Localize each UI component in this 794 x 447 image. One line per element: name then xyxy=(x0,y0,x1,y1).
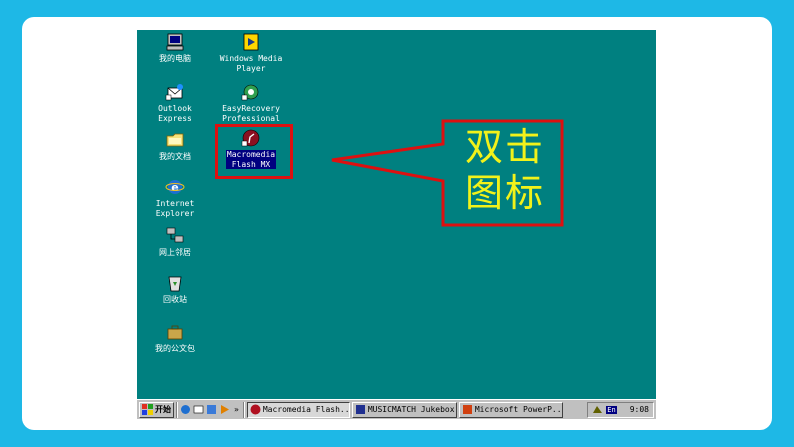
svg-text:e: e xyxy=(171,181,178,194)
briefcase-icon xyxy=(167,325,183,340)
desktop-icon-outlook-express[interactable]: Outlook Express xyxy=(137,82,213,123)
media-quicklaunch-icon[interactable] xyxy=(219,404,230,415)
desktop-icon-recycle-bin[interactable]: 回收站 xyxy=(137,273,213,305)
tray-app-icon[interactable] xyxy=(592,404,603,415)
desktop-icon-label: 网上邻居 xyxy=(159,248,191,257)
system-tray: En 9:08 xyxy=(587,401,654,418)
taskbar-separator xyxy=(176,401,178,418)
musicmatch-task-icon xyxy=(355,405,365,414)
desktop-icon-label: 我的公文包 xyxy=(155,344,195,353)
outlook-express-icon xyxy=(165,84,183,101)
task-musicmatch-jukebox[interactable]: MUSICMATCH Jukebox xyxy=(351,401,457,418)
desktop[interactable]: 我的电脑 Outlook Express 我的文档 e Internet Exp… xyxy=(137,30,656,399)
flash-task-icon xyxy=(250,404,261,415)
desktop-icon-label: EasyRecovery Professional xyxy=(222,104,280,123)
taskbar: 开始 » Macromedia Flash... MUSICMATCH Juke… xyxy=(137,399,656,419)
recycle-bin-icon xyxy=(168,276,182,292)
outlook-quicklaunch-icon[interactable] xyxy=(193,404,204,415)
desktop-icon-network-neighborhood[interactable]: 网上邻居 xyxy=(137,226,213,258)
highlight-box xyxy=(215,124,293,179)
desktop-icon-label: Windows Media Player xyxy=(219,54,283,73)
task-label: Macromedia Flash... xyxy=(262,405,350,414)
desktop-icon-label: Internet Explorer xyxy=(155,199,195,218)
language-indicator[interactable]: En xyxy=(606,405,617,414)
desktop-icon-easyrecovery[interactable]: EasyRecovery Professional xyxy=(213,82,289,123)
desktop-icon-my-documents[interactable]: 我的文档 xyxy=(137,130,213,162)
task-microsoft-powerpoint[interactable]: Microsoft PowerP... xyxy=(458,401,563,418)
desktop-icon-label: Outlook Express xyxy=(158,104,192,123)
start-button[interactable]: 开始 xyxy=(139,401,174,418)
media-player-icon xyxy=(243,33,259,51)
task-label: Microsoft PowerP... xyxy=(474,405,563,414)
start-label: 开始 xyxy=(155,405,171,414)
clock[interactable]: 9:08 xyxy=(630,405,649,414)
callout-text: 双击 图标 xyxy=(464,125,545,215)
powerpoint-task-icon xyxy=(462,405,472,414)
easyrecovery-icon xyxy=(241,84,259,101)
show-desktop-icon[interactable] xyxy=(206,404,217,415)
desktop-icon-internet-explorer[interactable]: e Internet Explorer xyxy=(137,177,213,218)
task-macromedia-flash[interactable]: Macromedia Flash... xyxy=(246,401,350,418)
desktop-icon-label: 回收站 xyxy=(163,295,187,304)
folder-icon xyxy=(166,133,184,147)
desktop-icon-label: 我的电脑 xyxy=(159,54,191,63)
desktop-icon-windows-media-player[interactable]: Windows Media Player xyxy=(213,32,289,73)
desktop-icon-label: 我的文档 xyxy=(159,152,191,161)
my-computer-icon xyxy=(166,33,184,51)
internet-explorer-icon: e xyxy=(165,180,185,194)
desktop-icon-my-computer[interactable]: 我的电脑 xyxy=(137,32,213,64)
ie-quicklaunch-icon[interactable] xyxy=(180,404,191,415)
task-label: MUSICMATCH Jukebox xyxy=(367,405,455,414)
network-icon xyxy=(166,227,184,243)
taskbar-separator xyxy=(242,401,245,418)
desktop-icon-briefcase[interactable]: 我的公文包 xyxy=(137,322,213,354)
quicklaunch-chevron[interactable]: » xyxy=(232,405,241,414)
windows-logo-icon xyxy=(142,404,153,415)
